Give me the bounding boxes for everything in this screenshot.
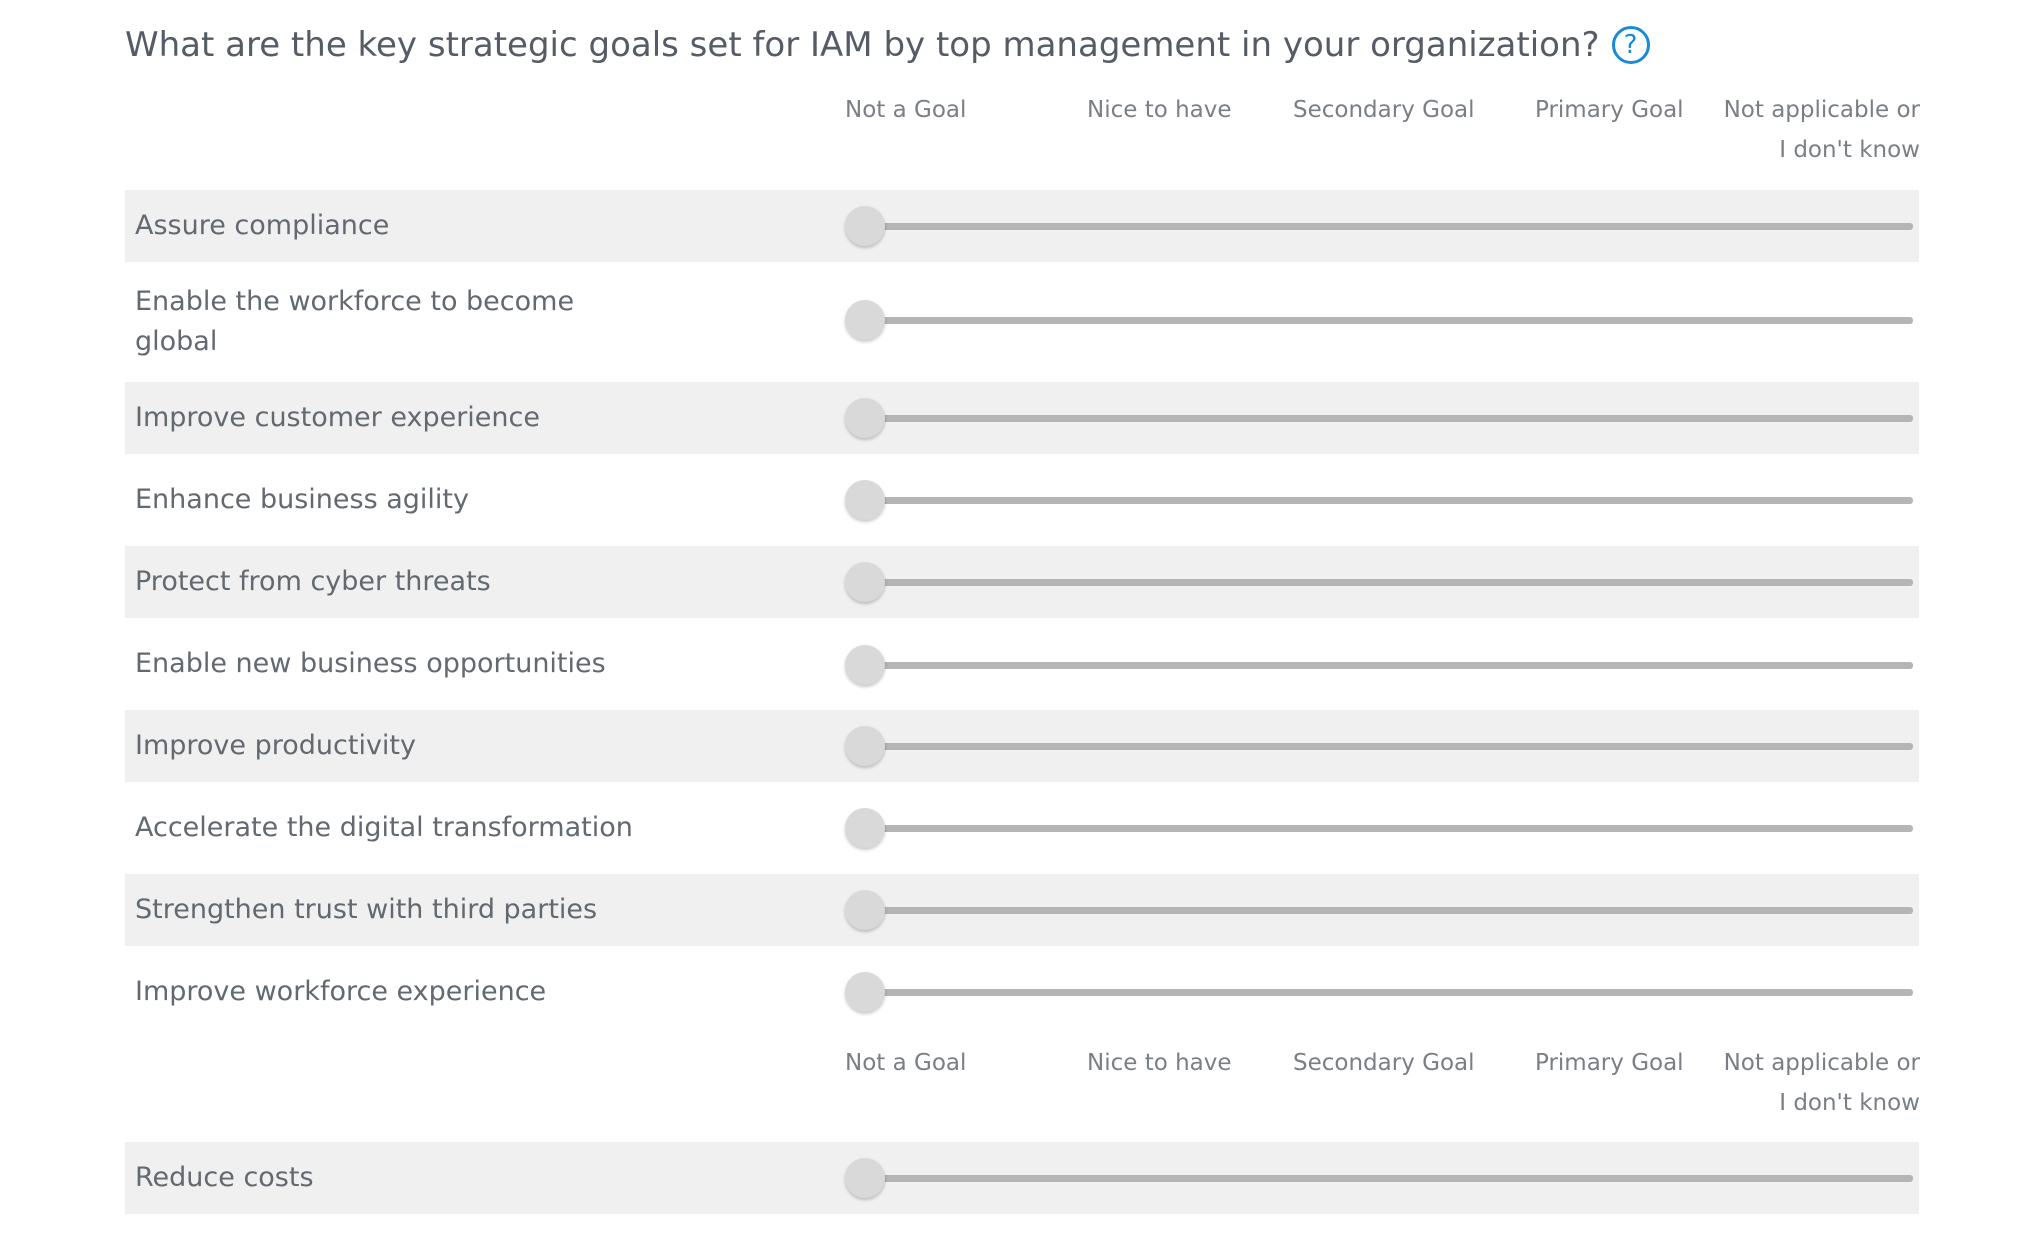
goal-slider[interactable] <box>845 726 1915 766</box>
goal-row-accelerate-digital: Accelerate the digital transformation <box>125 782 1919 874</box>
goal-slider[interactable] <box>845 300 1915 340</box>
scale-label-nice-to-have: Nice to have <box>1087 97 1232 123</box>
goal-label: Protect from cyber threats <box>135 566 491 597</box>
scale-label-dont-know: I don't know <box>1779 1090 1920 1116</box>
slider-track[interactable] <box>865 317 1913 324</box>
slider-track[interactable] <box>865 497 1913 504</box>
goal-row-improve-productivity: Improve productivity <box>125 710 1919 782</box>
slider-track[interactable] <box>865 415 1913 422</box>
goal-row-strengthen-trust: Strengthen trust with third parties <box>125 874 1919 946</box>
slider-handle[interactable] <box>845 1158 885 1198</box>
scale-header-repeat: Not a Goal Nice to have Secondary Goal P… <box>845 1043 1920 1123</box>
scale-label-not-applicable: Not applicable or <box>1723 1050 1920 1076</box>
slider-track[interactable] <box>865 743 1913 750</box>
goal-slider[interactable] <box>845 562 1915 602</box>
slider-handle[interactable] <box>845 562 885 602</box>
goal-row-improve-customer-experience: Improve customer experience <box>125 382 1919 454</box>
goal-slider[interactable] <box>845 972 1915 1012</box>
slider-handle[interactable] <box>845 398 885 438</box>
slider-handle[interactable] <box>845 972 885 1012</box>
goal-row-assure-compliance: Assure compliance <box>125 190 1919 262</box>
goal-label: Accelerate the digital transformation <box>135 812 633 843</box>
slider-handle[interactable] <box>845 726 885 766</box>
scale-label-not-a-goal: Not a Goal <box>845 97 967 123</box>
slider-handle[interactable] <box>845 480 885 520</box>
goal-slider[interactable] <box>845 206 1915 246</box>
goal-label: Improve customer experience <box>135 402 540 433</box>
slider-handle[interactable] <box>845 300 885 340</box>
scale-label-not-a-goal: Not a Goal <box>845 1050 967 1076</box>
goal-slider[interactable] <box>845 645 1915 685</box>
slider-handle[interactable] <box>845 890 885 930</box>
slider-track[interactable] <box>865 907 1913 914</box>
goal-slider[interactable] <box>845 808 1915 848</box>
goal-label: Reduce costs <box>135 1162 314 1193</box>
slider-track[interactable] <box>865 989 1913 996</box>
goal-row-enable-workforce-global: Enable the workforce to become global <box>125 262 1919 382</box>
slider-handle[interactable] <box>845 206 885 246</box>
slider-track[interactable] <box>865 825 1913 832</box>
question-text: What are the key strategic goals set for… <box>125 25 1600 65</box>
slider-track[interactable] <box>865 223 1913 230</box>
slider-handle[interactable] <box>845 808 885 848</box>
scale-label-secondary-goal: Secondary Goal <box>1293 97 1475 123</box>
question-title: What are the key strategic goals set for… <box>125 18 1650 72</box>
slider-track[interactable] <box>865 579 1913 586</box>
scale-label-not-applicable: Not applicable or <box>1723 97 1920 123</box>
goal-label: Strengthen trust with third parties <box>135 894 598 925</box>
help-icon[interactable]: ? <box>1611 26 1650 64</box>
goal-row-protect-cyber-threats: Protect from cyber threats <box>125 546 1919 618</box>
goal-row-enhance-business-agility: Enhance business agility <box>125 454 1919 546</box>
goal-slider[interactable] <box>845 480 1915 520</box>
goal-row-reduce-costs: Reduce costs <box>125 1142 1919 1214</box>
goal-row-enable-new-business: Enable new business opportunities <box>125 618 1919 710</box>
goal-label: Enable new business opportunities <box>135 648 606 679</box>
slider-track[interactable] <box>865 662 1913 669</box>
scale-label-nice-to-have: Nice to have <box>1087 1050 1232 1076</box>
goal-label: Enable the workforce to become global <box>135 286 575 357</box>
goal-label: Enhance business agility <box>135 484 469 515</box>
goal-slider[interactable] <box>845 1158 1915 1198</box>
slider-track[interactable] <box>865 1175 1913 1182</box>
goal-row-improve-workforce-experience: Improve workforce experience <box>125 946 1919 1038</box>
goal-slider[interactable] <box>845 890 1915 930</box>
scale-label-secondary-goal: Secondary Goal <box>1293 1050 1475 1076</box>
goal-label: Improve workforce experience <box>135 976 547 1007</box>
scale-header-top: Not a Goal Nice to have Secondary Goal P… <box>845 90 1920 170</box>
scale-label-primary-goal: Primary Goal <box>1535 97 1684 123</box>
scale-label-primary-goal: Primary Goal <box>1535 1050 1684 1076</box>
goal-slider[interactable] <box>845 398 1915 438</box>
scale-label-dont-know: I don't know <box>1779 137 1920 163</box>
goal-label: Assure compliance <box>135 210 390 241</box>
slider-handle[interactable] <box>845 645 885 685</box>
goal-label: Improve productivity <box>135 730 416 761</box>
